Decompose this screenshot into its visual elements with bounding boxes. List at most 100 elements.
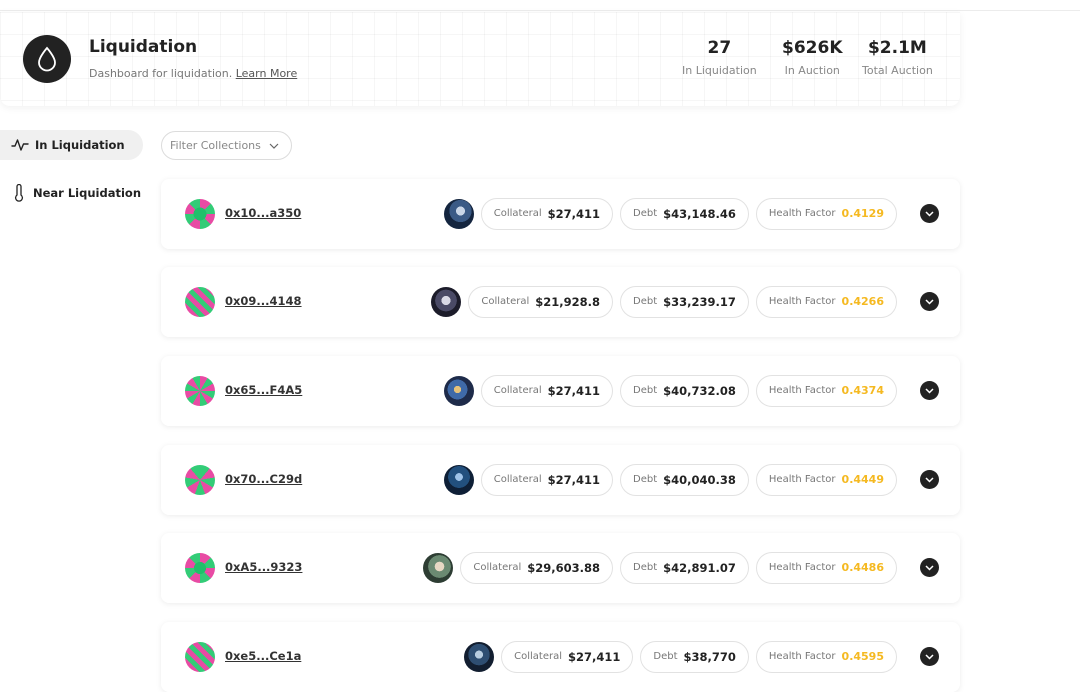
nft-thumbnail: [443, 198, 474, 229]
chevron-down-icon: [925, 653, 934, 660]
collateral-label: Collateral: [473, 562, 522, 573]
page-title: Liquidation: [89, 37, 198, 57]
expand-row-button[interactable]: [920, 647, 939, 666]
nft-thumbnail: [443, 375, 474, 406]
chevron-down-icon: [925, 476, 934, 483]
nft-thumbnail: [464, 641, 495, 672]
row-metrics: Collateral $27,411 Debt $40,040.38 Healt…: [443, 463, 939, 496]
collateral-value: $27,411: [547, 383, 601, 398]
wallet-avatar: [185, 199, 215, 229]
filter-collections-dropdown[interactable]: Filter Collections: [161, 131, 292, 160]
collateral-label: Collateral: [481, 296, 530, 307]
collateral-pill: Collateral $27,411: [480, 374, 614, 407]
stat-label: In Liquidation: [682, 64, 757, 77]
wallet-avatar: [185, 642, 215, 672]
top-divider: [0, 10, 1080, 11]
collateral-pill: Collateral $21,928.8: [468, 285, 614, 318]
table-row[interactable]: 0x70...C29d Collateral $27,411 Debt $40,…: [161, 445, 960, 515]
health-factor-pill: Health Factor 0.4129: [755, 197, 897, 230]
collateral-value: $27,411: [568, 649, 621, 664]
row-metrics: Collateral $29,603.88 Debt $42,891.07 He…: [423, 551, 939, 584]
collateral-label: Collateral: [493, 474, 542, 485]
health-factor-label: Health Factor: [768, 562, 836, 573]
debt-label: Debt: [633, 385, 658, 396]
stat-label: Total Auction: [862, 64, 933, 77]
collateral-value: $27,411: [547, 206, 601, 221]
expand-row-button[interactable]: [920, 381, 939, 400]
collateral-pill: Collateral $27,411: [480, 463, 614, 496]
expand-row-button[interactable]: [920, 470, 939, 489]
table-row[interactable]: 0x09...4148 Collateral $21,928.8 Debt $3…: [161, 267, 960, 337]
expand-row-button[interactable]: [920, 558, 939, 577]
debt-pill: Debt $40,732.08: [620, 374, 749, 407]
subtitle-text: Dashboard for liquidation.: [89, 67, 233, 80]
stat-value: $626K: [782, 38, 843, 58]
health-factor-label: Health Factor: [768, 208, 836, 219]
health-factor-label: Health Factor: [768, 651, 836, 662]
stat-value: $2.1M: [867, 38, 927, 58]
nft-thumbnail: [423, 552, 454, 583]
health-factor-pill: Health Factor 0.4449: [755, 463, 897, 496]
wallet-address-link[interactable]: 0x09...4148: [225, 294, 302, 308]
health-factor-label: Health Factor: [768, 296, 836, 307]
collateral-label: Collateral: [514, 651, 562, 662]
debt-pill: Debt $40,040.38: [620, 463, 749, 496]
filter-label: Filter Collections: [170, 139, 261, 152]
debt-value: $43,148.46: [663, 206, 736, 221]
health-factor-pill: Health Factor 0.4266: [755, 285, 897, 318]
row-metrics: Collateral $27,411 Debt $38,770 Health F…: [464, 640, 939, 673]
wallet-address-link[interactable]: 0xA5...9323: [225, 560, 302, 574]
health-factor-pill: Health Factor 0.4374: [755, 374, 897, 407]
collateral-pill: Collateral $29,603.88: [460, 551, 614, 584]
chevron-down-icon: [925, 564, 934, 571]
collateral-label: Collateral: [493, 208, 542, 219]
wallet-avatar: [185, 287, 215, 317]
learn-more-link[interactable]: Learn More: [236, 67, 298, 80]
chevron-down-icon: [269, 143, 279, 149]
table-row[interactable]: 0xe5...Ce1a Collateral $27,411 Debt $38,…: [161, 622, 960, 692]
debt-value: $40,040.38: [663, 472, 736, 487]
chevron-down-icon: [925, 387, 934, 394]
stat-label: In Auction: [784, 64, 840, 77]
health-factor-value: 0.4266: [841, 295, 884, 308]
header-card: Liquidation Dashboard for liquidation. L…: [0, 12, 960, 106]
health-factor-value: 0.4449: [841, 473, 884, 486]
collateral-label: Collateral: [493, 385, 542, 396]
expand-row-button[interactable]: [920, 292, 939, 311]
debt-value: $33,239.17: [663, 294, 736, 309]
wallet-address-link[interactable]: 0x70...C29d: [225, 472, 302, 486]
debt-label: Debt: [633, 208, 658, 219]
debt-label: Debt: [633, 562, 658, 573]
collateral-value: $27,411: [547, 472, 601, 487]
sidebar-item-near-liquidation[interactable]: Near Liquidation: [0, 178, 143, 208]
health-factor-label: Health Factor: [768, 474, 836, 485]
wallet-address-link[interactable]: 0x65...F4A5: [225, 383, 302, 397]
debt-value: $40,732.08: [663, 383, 736, 398]
activity-icon: [11, 139, 29, 151]
stat-total-auction: $2.1M Total Auction: [862, 38, 933, 77]
table-row[interactable]: 0xA5...9323 Collateral $29,603.88 Debt $…: [161, 533, 960, 603]
wallet-address-link[interactable]: 0xe5...Ce1a: [225, 649, 301, 663]
health-factor-pill: Health Factor 0.4486: [755, 551, 897, 584]
table-row[interactable]: 0x65...F4A5 Collateral $27,411 Debt $40,…: [161, 356, 960, 426]
health-factor-value: 0.4129: [841, 207, 884, 220]
collateral-value: $21,928.8: [535, 294, 601, 309]
health-factor-value: 0.4486: [841, 561, 884, 574]
sidebar-item-in-liquidation[interactable]: In Liquidation: [0, 130, 143, 160]
debt-pill: Debt $43,148.46: [620, 197, 749, 230]
debt-pill: Debt $38,770: [640, 640, 749, 673]
wallet-address-link[interactable]: 0x10...a350: [225, 206, 301, 220]
sidebar-item-label: Near Liquidation: [33, 186, 142, 200]
wallet-avatar: [185, 553, 215, 583]
sidebar-item-label: In Liquidation: [35, 138, 125, 152]
expand-row-button[interactable]: [920, 204, 939, 223]
debt-label: Debt: [633, 474, 658, 485]
health-factor-value: 0.4595: [841, 650, 884, 663]
debt-value: $38,770: [683, 649, 736, 664]
stat-in-auction: $626K In Auction: [782, 38, 843, 77]
nft-thumbnail: [443, 464, 474, 495]
debt-pill: Debt $33,239.17: [620, 285, 749, 318]
table-row[interactable]: 0x10...a350 Collateral $27,411 Debt $43,…: [161, 179, 960, 249]
row-metrics: Collateral $27,411 Debt $43,148.46 Healt…: [443, 197, 939, 230]
row-metrics: Collateral $27,411 Debt $40,732.08 Healt…: [443, 374, 939, 407]
